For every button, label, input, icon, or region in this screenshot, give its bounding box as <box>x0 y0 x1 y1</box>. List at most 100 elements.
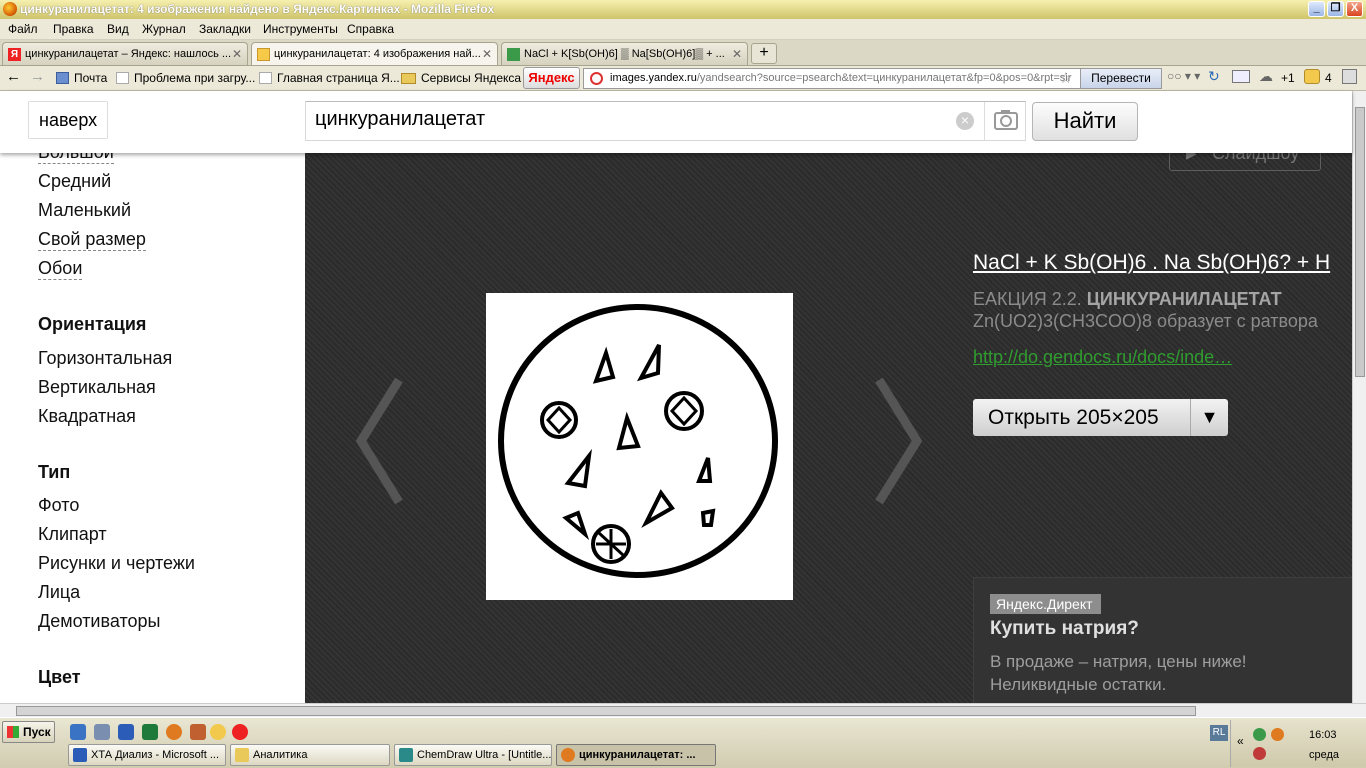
mail-check-icon[interactable] <box>1232 70 1250 83</box>
preview-image[interactable] <box>486 293 793 600</box>
tab-nacl-doc[interactable]: NaCl + K[Sb(OH)6] ▒ Na[Sb(OH)6]▒ + ... ✕ <box>501 42 748 65</box>
site-identity-icon <box>590 72 603 85</box>
result-source-link[interactable]: http://do.gendocs.ru/docs/inde… <box>973 347 1232 368</box>
task-chemdraw[interactable]: ChemDraw Ultra - [Untitle... <box>394 744 552 766</box>
notification-icon[interactable] <box>1304 69 1320 84</box>
tray-antivirus-icon[interactable] <box>1253 747 1266 760</box>
filter-type-photo[interactable]: Фото <box>38 495 79 516</box>
menu-bar: Файл Правка Вид Журнал Закладки Инструме… <box>0 19 1366 40</box>
app-a-icon[interactable] <box>210 724 226 740</box>
bookmark-services[interactable]: Сервисы Яндекса <box>401 71 521 85</box>
next-image-arrow-icon[interactable] <box>873 376 923 506</box>
clear-search-icon[interactable]: × <box>956 112 974 130</box>
filter-size-small[interactable]: Маленький <box>38 200 131 221</box>
menu-bookmarks[interactable]: Закладки <box>199 22 251 36</box>
tab-yandex-search[interactable]: Я цинкуранилацетат – Яндекс: нашлось ...… <box>2 42 248 65</box>
yandex-button[interactable]: Яндекс <box>523 67 580 89</box>
folder-icon <box>235 748 249 762</box>
cloud-icon[interactable]: ☁ <box>1259 68 1273 85</box>
tray-network-icon[interactable] <box>1253 728 1266 741</box>
ad-badge[interactable]: Яндекс.Директ <box>990 594 1101 614</box>
vertical-scrollbar[interactable] <box>1352 91 1366 703</box>
scroll-thumb[interactable] <box>1355 107 1365 377</box>
images-favicon-icon <box>257 48 270 61</box>
forward-arrow-icon[interactable]: → <box>30 68 45 85</box>
bookmark-home[interactable]: Главная страница Я... <box>259 71 400 85</box>
bookmark-problem[interactable]: Проблема при загру... <box>116 71 255 85</box>
tray-expand-icon[interactable]: « <box>1237 734 1244 748</box>
page-icon <box>259 72 272 84</box>
chat-icon[interactable] <box>190 724 206 740</box>
scroll-top-button[interactable]: наверх <box>28 101 108 139</box>
new-tab-button[interactable]: + <box>751 43 777 64</box>
type-heading: Тип <box>38 462 71 482</box>
explorer-icon[interactable] <box>94 724 110 740</box>
size-dropdown-icon[interactable]: ▼ <box>1190 399 1228 436</box>
tray-app-icon[interactable] <box>1271 728 1284 741</box>
back-arrow-icon[interactable]: ← <box>6 68 21 85</box>
notification-counter: 4 <box>1325 71 1332 85</box>
clock-time[interactable]: 16:03 <box>1309 729 1337 741</box>
ie-icon[interactable] <box>70 724 86 740</box>
addons-icon[interactable] <box>1342 69 1357 84</box>
bookmark-mail[interactable]: Почта <box>56 71 107 85</box>
word-icon[interactable] <box>118 724 134 740</box>
search-input[interactable]: цинкуранилацетат × <box>305 101 1026 141</box>
tab-close-icon[interactable]: ✕ <box>732 47 742 61</box>
prev-image-arrow-icon[interactable] <box>355 376 405 506</box>
color-heading: Цвет <box>38 667 81 687</box>
tab-label: цинкуранилацетат: 4 изображения най... <box>274 48 481 60</box>
filter-type-demotivators[interactable]: Демотиваторы <box>38 611 160 632</box>
translate-button[interactable]: Перевести <box>1080 68 1162 89</box>
filter-type-faces[interactable]: Лица <box>38 582 80 603</box>
language-indicator[interactable]: RL <box>1210 725 1228 741</box>
tab-yandex-images[interactable]: цинкуранилацетат: 4 изображения най... ✕ <box>251 42 498 65</box>
url-bar[interactable]: images.yandex.ru/yandsearch?source=psear… <box>583 68 1083 89</box>
menu-edit[interactable]: Правка <box>53 22 94 36</box>
restore-button[interactable]: ❐ <box>1327 1 1344 17</box>
tab-close-icon[interactable]: ✕ <box>232 47 242 61</box>
menu-tools[interactable]: Инструменты <box>263 22 338 36</box>
window-titlebar: цинкуранилацетат: 4 изображения найдено … <box>0 0 1366 19</box>
firefox-quicklaunch-icon[interactable] <box>166 724 182 740</box>
filter-size-wallpaper[interactable]: Обои <box>38 258 83 280</box>
crystals-drawing <box>498 304 778 578</box>
filter-size-medium[interactable]: Средний <box>38 171 111 192</box>
yandex-browser-icon[interactable] <box>232 724 248 740</box>
filter-type-drawings[interactable]: Рисунки и чертежи <box>38 553 195 574</box>
tab-label: NaCl + K[Sb(OH)6] ▒ Na[Sb(OH)6]▒ + ... <box>524 48 725 60</box>
menu-history[interactable]: Журнал <box>142 22 186 36</box>
task-analytics-folder[interactable]: Аналитика <box>230 744 390 766</box>
bookmark-star-icon[interactable]: ☆ <box>1059 69 1072 87</box>
menu-file[interactable]: Файл <box>8 22 38 36</box>
filter-orientation-horizontal[interactable]: Горизонтальная <box>38 348 172 369</box>
filter-orientation-vertical[interactable]: Вертикальная <box>38 377 156 398</box>
result-description-line2: Zn(UO2)3(CH3COO)8 образует с ратвора <box>973 311 1318 331</box>
open-image-button[interactable]: Открыть 205×205 ▼ <box>973 399 1228 436</box>
glasses-icon[interactable]: ○○ ▾ ▾ <box>1167 69 1200 83</box>
task-firefox[interactable]: цинкуранилацетат: ... <box>556 744 716 766</box>
minimize-button[interactable]: _ <box>1308 1 1325 17</box>
clock-day: среда <box>1309 749 1340 761</box>
start-button[interactable]: Пуск <box>2 721 55 743</box>
task-word-document[interactable]: ХТА Диализ - Microsoft ... <box>68 744 226 766</box>
mail-icon <box>56 72 69 84</box>
close-button[interactable]: X <box>1346 1 1363 17</box>
menu-help[interactable]: Справка <box>347 22 394 36</box>
filter-type-clipart[interactable]: Клипарт <box>38 524 107 545</box>
ad-title[interactable]: Купить натрия? <box>990 618 1139 640</box>
scroll-thumb[interactable] <box>16 706 1196 716</box>
tab-close-icon[interactable]: ✕ <box>482 47 492 61</box>
filter-orientation-square[interactable]: Квадратная <box>38 406 136 427</box>
cloud-counter: +1 <box>1281 71 1295 85</box>
tab-bar: Я цинкуранилацетат – Яндекс: нашлось ...… <box>0 40 1366 66</box>
navigation-bar: ← → Почта Проблема при загру... Главная … <box>0 66 1366 91</box>
excel-icon[interactable] <box>142 724 158 740</box>
reload-icon[interactable]: ↻ <box>1208 68 1220 85</box>
camera-search-icon[interactable] <box>984 102 1026 140</box>
horizontal-scrollbar[interactable] <box>0 703 1366 717</box>
menu-view[interactable]: Вид <box>107 22 129 36</box>
result-title-link[interactable]: NaCl + K Sb(OH)6 . Na Sb(OH)6? + H <box>973 251 1330 275</box>
search-button[interactable]: Найти <box>1032 102 1138 141</box>
filter-size-custom[interactable]: Свой размер <box>38 229 146 251</box>
